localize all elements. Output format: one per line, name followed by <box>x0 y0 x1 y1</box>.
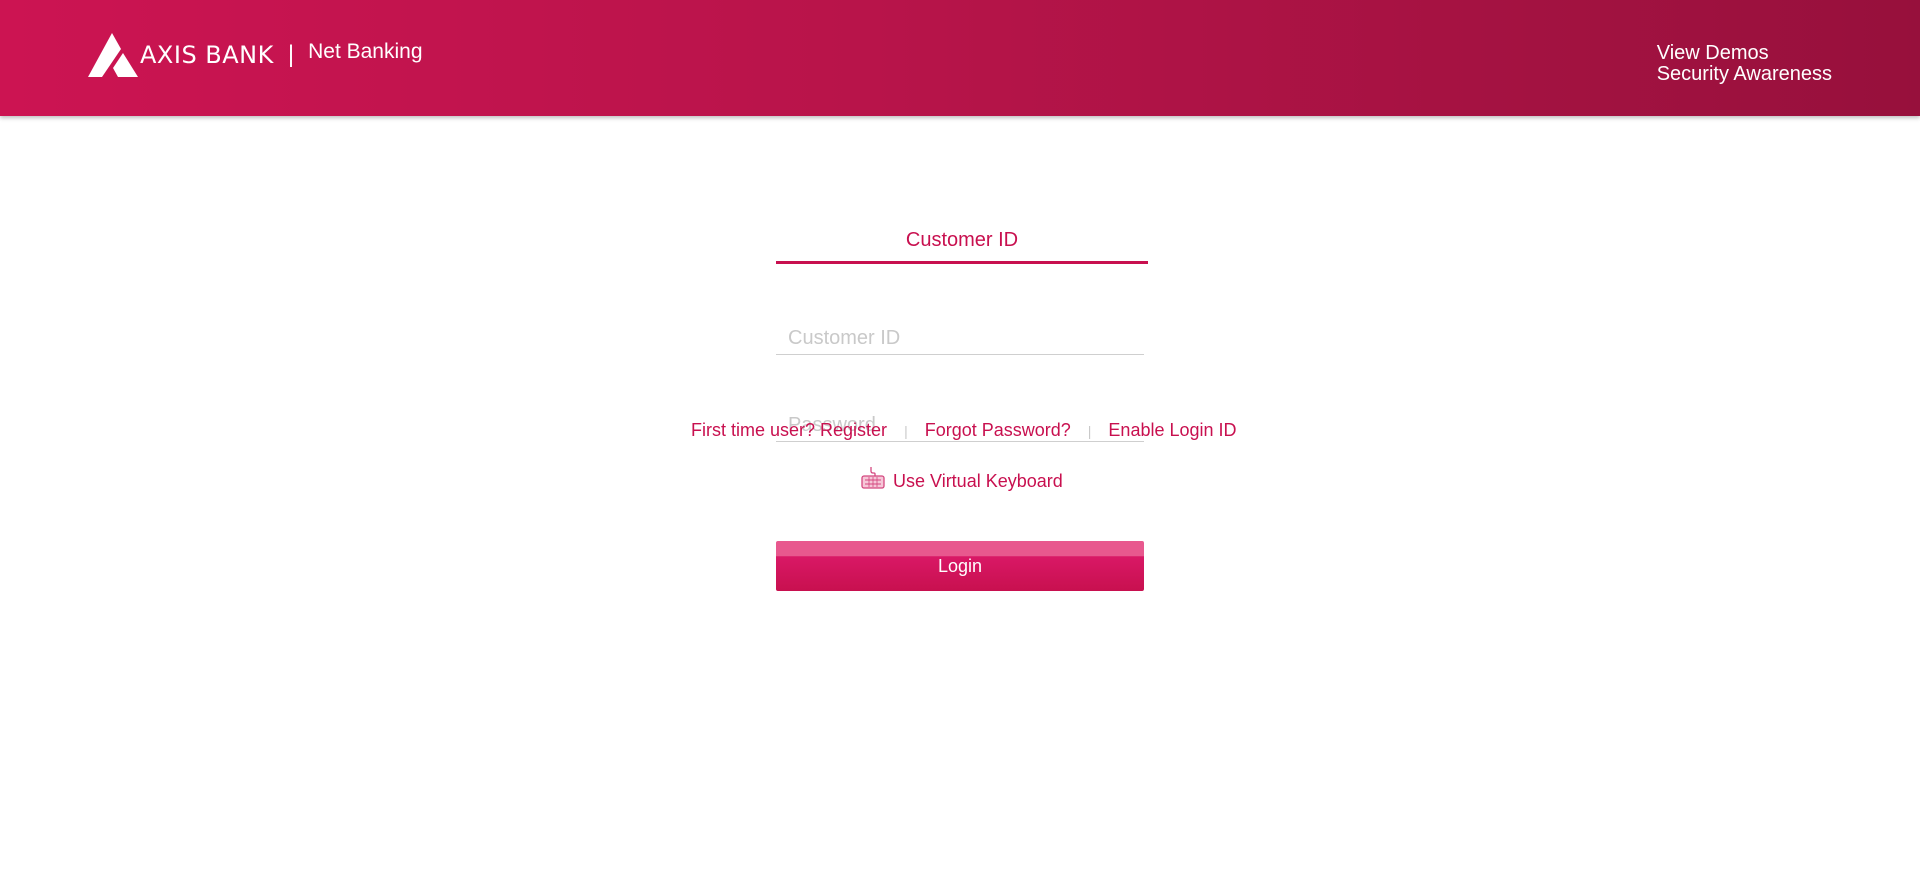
axis-bank-logo-icon <box>88 33 138 77</box>
footer-separator: | <box>1087 422 1092 439</box>
footer-separator: | <box>904 422 908 439</box>
logo-text: AXIS BANK <box>140 41 274 69</box>
brand[interactable]: AXIS BANK | Net Banking <box>88 33 423 77</box>
footer-links: First time user? Register | Forgot Passw… <box>691 420 1237 441</box>
keyboard-icon <box>861 467 885 489</box>
virtual-keyboard-link[interactable]: Use Virtual Keyboard <box>860 465 1063 491</box>
header-links: View Demos Security Awareness <box>1657 43 1832 85</box>
tab-customer-id[interactable]: Customer ID <box>776 220 1148 264</box>
virtual-keyboard-label: Use Virtual Keyboard <box>893 471 1063 491</box>
customer-id-input[interactable] <box>776 325 1144 355</box>
enable-login-id-link[interactable]: Enable Login ID <box>1108 420 1236 441</box>
view-demos-link[interactable]: View Demos <box>1657 43 1832 64</box>
login-button[interactable]: Login <box>776 541 1144 591</box>
brand-separator: | <box>287 41 295 68</box>
product-name: Net Banking <box>308 40 423 63</box>
register-link[interactable]: First time user? Register <box>691 420 887 441</box>
security-awareness-link[interactable]: Security Awareness <box>1657 64 1832 85</box>
login-panel: Customer ID Use Virtual Keyboard Login <box>776 220 1148 591</box>
header: AXIS BANK | Net Banking View Demos Secur… <box>0 0 1920 116</box>
forgot-password-link[interactable]: Forgot Password? <box>925 420 1071 441</box>
